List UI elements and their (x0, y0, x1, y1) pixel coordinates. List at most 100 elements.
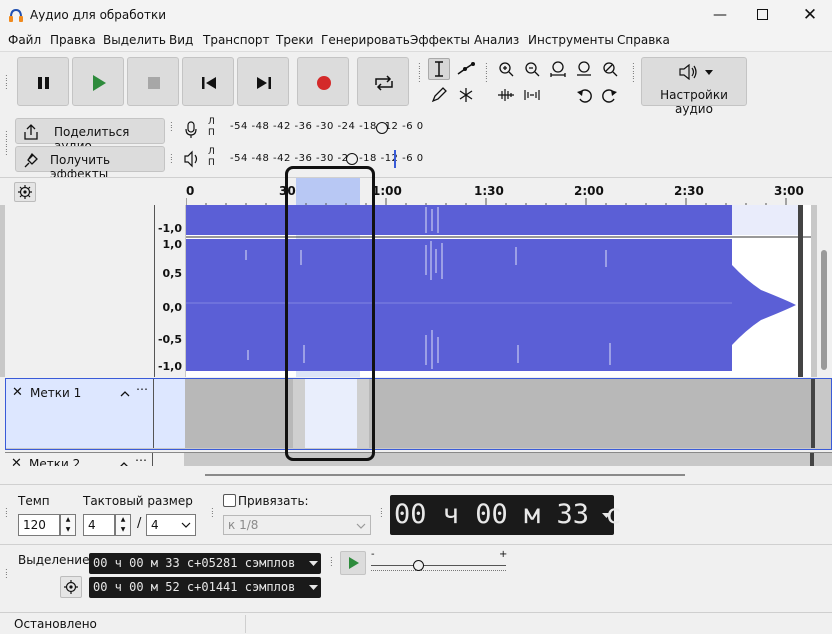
get-effects-button[interactable]: Получить эффекты (15, 146, 165, 181)
tempo-grip[interactable]: :: (5, 506, 10, 519)
trim-audio-icon (498, 89, 514, 101)
loop-button[interactable] (357, 57, 409, 106)
zoom-out-button[interactable] (521, 58, 543, 80)
skip-start-button[interactable] (182, 57, 234, 106)
selection-settings-button[interactable] (60, 576, 82, 598)
maximize-button[interactable] (752, 5, 772, 25)
play-at-speed-button[interactable] (340, 551, 366, 575)
track-menu-icon[interactable]: ⋯ (136, 382, 148, 396)
rec-volume-slider[interactable] (376, 122, 388, 134)
menu-tracks[interactable]: Треки (276, 33, 313, 47)
redo-button[interactable] (599, 84, 621, 106)
menu-edit[interactable]: Правка (50, 33, 96, 47)
toolbar-grip[interactable]: ::: (5, 73, 10, 91)
close-button[interactable]: ✕ (798, 3, 822, 27)
label-track-1[interactable]: ✕ Метки 1 ⋯ (5, 378, 832, 450)
play-at-speed-grip[interactable]: :: (330, 555, 335, 568)
horizontal-scrollbar[interactable] (0, 466, 832, 484)
scale-label: -0,5 (157, 333, 182, 346)
vertical-scrollbar[interactable] (817, 205, 832, 377)
scrollbar-thumb[interactable] (821, 250, 827, 370)
highlight-frame (285, 166, 375, 461)
audio-settings-grip[interactable]: :::: (632, 61, 637, 84)
close-track-icon[interactable]: ✕ (11, 456, 22, 466)
skip-end-button[interactable] (237, 57, 289, 106)
microphone-icon[interactable] (183, 120, 199, 140)
speed-plus-label: + (499, 549, 508, 560)
share-audio-button[interactable]: Поделиться аудио (15, 118, 165, 153)
label-track-1-header[interactable]: ✕ Метки 1 ⋯ (6, 379, 154, 448)
play-meter-grip[interactable]: :: (170, 152, 175, 165)
menu-help[interactable]: Справка (617, 33, 670, 47)
edit-grip[interactable]: :::: (485, 61, 490, 84)
menu-effects[interactable]: Эффекты (410, 33, 470, 47)
vertical-scale: -1,0 1,0 0,5 0,0 -0,5 -1,0 (155, 205, 185, 377)
audio-settings-button[interactable]: Настройки аудио (641, 57, 747, 116)
minimize-button[interactable]: — (708, 3, 732, 27)
hscroll-thumb[interactable] (205, 474, 685, 476)
speed-slider-track[interactable] (371, 565, 506, 566)
menu-generate[interactable]: Генерировать (321, 33, 410, 47)
track-control-panel[interactable] (5, 205, 155, 377)
title-bar: Аудио для обработки — ✕ (0, 0, 832, 30)
audio-track[interactable]: -1,0 1,0 0,5 0,0 -0,5 -1,0 (0, 205, 832, 377)
selection-start-display[interactable]: 00 ч 00 м 33 с+05281 сэмплов (89, 553, 321, 574)
rec-meter-grip[interactable]: :: (170, 120, 175, 133)
label-track-name[interactable]: Метки 2 (29, 457, 80, 466)
speed-slider-thumb[interactable] (412, 560, 424, 571)
waveform[interactable] (186, 205, 811, 377)
stop-button[interactable] (127, 57, 179, 106)
record-button[interactable] (297, 57, 349, 106)
zoom-out-icon (525, 62, 540, 77)
play-button[interactable] (72, 57, 124, 106)
timeline-settings-button[interactable] (14, 182, 36, 202)
speaker-icon[interactable] (183, 150, 201, 168)
tempo-input[interactable]: 120 (18, 514, 60, 536)
loop-icon (375, 75, 393, 91)
time-signature-denominator[interactable]: 4 (146, 514, 196, 536)
snap-select[interactable]: к 1/8 (223, 515, 371, 535)
close-track-icon[interactable]: ✕ (12, 385, 23, 400)
window-title: Аудио для обработки (30, 8, 167, 22)
tempo-spinner[interactable]: ▲ ▼ (60, 514, 76, 536)
selection-tool[interactable] (428, 58, 450, 80)
collapse-icon[interactable] (120, 390, 130, 397)
time-grip[interactable]: :: (380, 506, 385, 519)
snap-checkbox[interactable] (223, 494, 236, 507)
menu-select[interactable]: Выделить (103, 33, 166, 47)
zoom-in-button[interactable] (495, 58, 517, 80)
fit-selection-button[interactable] (547, 58, 569, 80)
envelope-tool[interactable] (455, 58, 477, 80)
multi-tool[interactable] (455, 84, 477, 106)
draw-tool[interactable] (428, 84, 450, 106)
numerator-spinner[interactable]: ▲ ▼ (115, 514, 131, 536)
label-track-area[interactable] (185, 379, 811, 448)
track-edge (810, 453, 814, 466)
label-track-2[interactable]: ✕ Метки 2 ⋯ (5, 452, 832, 466)
fit-project-button[interactable] (573, 58, 595, 80)
menu-file[interactable]: Файл (8, 33, 41, 47)
snap-grip[interactable]: :: (211, 506, 216, 519)
silence-audio-icon (524, 90, 540, 100)
menu-transport[interactable]: Транспорт (203, 33, 270, 47)
undo-button[interactable] (573, 84, 595, 106)
timeline-ruler[interactable]: 0 30 1:00 1:30 2:00 2:30 3:00 (0, 177, 832, 206)
time-display[interactable]: 00 ч 00 м 33 с (390, 495, 622, 535)
selection-grip[interactable]: :: (5, 567, 10, 580)
track-menu-icon[interactable]: ⋯ (135, 453, 147, 466)
share-grip[interactable]: ::::: (5, 129, 10, 157)
play-volume-slider[interactable] (346, 153, 358, 165)
zoom-toggle-button[interactable] (599, 58, 621, 80)
trim-button[interactable] (495, 84, 517, 106)
menu-tools[interactable]: Инструменты (528, 33, 614, 47)
tools-grip[interactable]: :::: (418, 61, 423, 84)
time-signature-numerator[interactable]: 4 (83, 514, 115, 536)
label-track-name[interactable]: Метки 1 (30, 386, 81, 400)
speed-minus-label: - (371, 549, 375, 560)
menu-analyze[interactable]: Анализ (474, 33, 519, 47)
silence-button[interactable] (521, 84, 543, 106)
label-track-2-header[interactable]: ✕ Метки 2 ⋯ (5, 453, 153, 466)
selection-end-display[interactable]: 00 ч 00 м 52 с+01441 сэмплов (89, 577, 321, 598)
menu-view[interactable]: Вид (169, 33, 193, 47)
pause-button[interactable] (17, 57, 69, 106)
